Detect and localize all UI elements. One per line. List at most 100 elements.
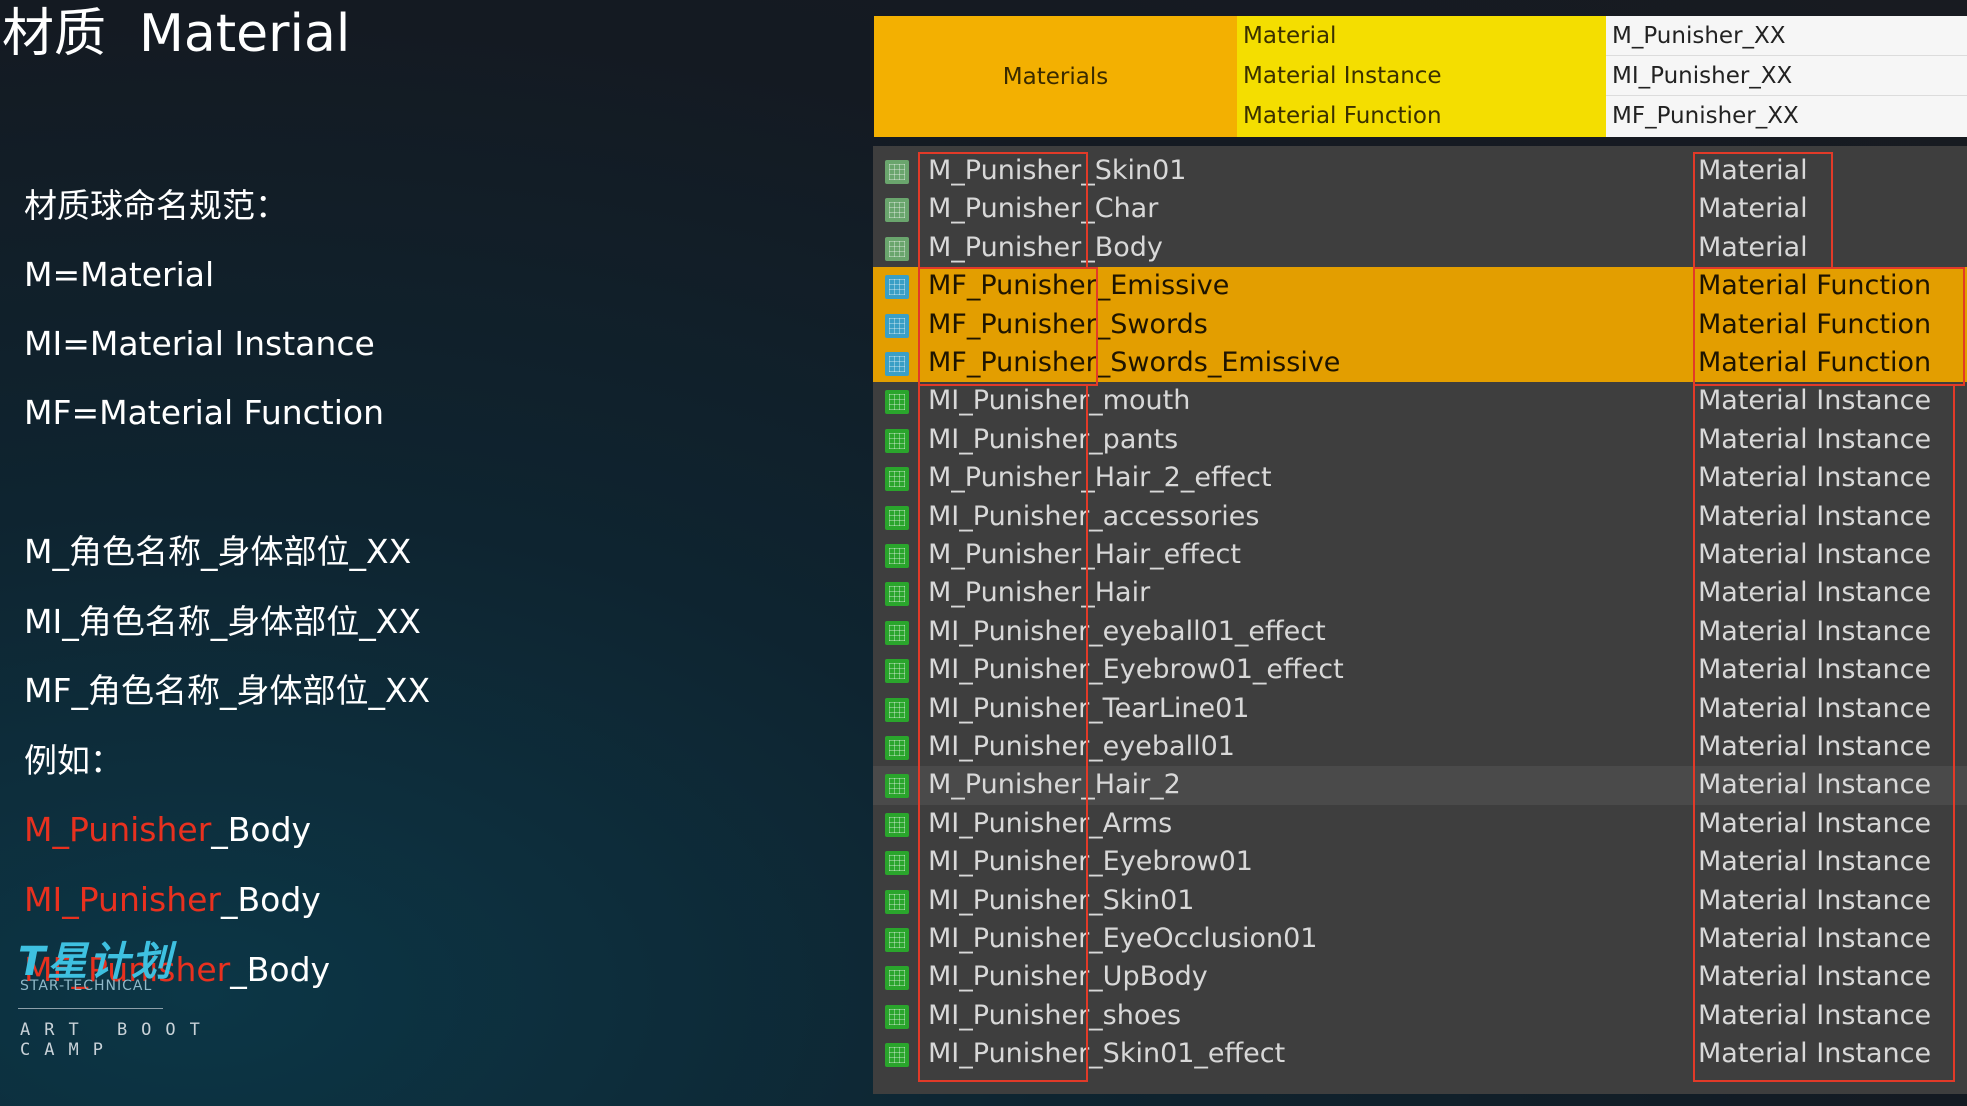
material-instance-icon (885, 505, 909, 530)
material-icon (885, 198, 909, 223)
asset-name: MI_Punisher_EyeOcclusion01 (928, 923, 1318, 954)
material-instance-icon (885, 736, 909, 760)
logo-subtitle: STAR-TECHNICAL (20, 978, 153, 994)
list-item[interactable]: MI_Punisher_UpBody Material Instance (873, 958, 1967, 996)
list-item[interactable]: M_Punisher_Hair_2_effect Material Instanc… (873, 459, 1967, 497)
list-item[interactable]: M_Punisher_Skin01 Material (873, 152, 1967, 190)
example-prefix: M_Punisher (24, 810, 212, 849)
legend-category: Materials (874, 16, 1237, 137)
asset-name: MI_Punisher_UpBody (928, 961, 1208, 993)
pattern-m: M_角色名称_身体部位_XX (24, 532, 412, 571)
material-instance-icon (885, 1043, 909, 1068)
slide-title: 材质 Material (2, 4, 351, 64)
list-item[interactable]: MI_Punisher_shoes Material Instance (873, 997, 1967, 1035)
list-item[interactable]: M_Punisher_Hair Material Instance (873, 574, 1967, 612)
asset-name: MI_Punisher_accessories (928, 500, 1260, 532)
material-instance-icon (885, 544, 909, 568)
material-instance-icon (885, 659, 909, 684)
asset-name: M_Punisher_Hair (928, 577, 1151, 609)
asset-name: MI_Punisher_shoes (928, 999, 1182, 1031)
example-mi: MI_Punisher_Body (24, 880, 321, 920)
pattern-mf: MF_角色名称_身体部位_XX (24, 671, 431, 710)
asset-name: M_Punisher_Hair_effect (928, 539, 1241, 570)
asset-name: MI_Punisher_eyeball01 (928, 731, 1235, 762)
list-item[interactable]: MI_Punisher_Eyebrow01 Material Instance (873, 843, 1967, 881)
rule-mi: MI=Material Instance (24, 324, 375, 363)
list-item[interactable]: MF_Punisher_Swords Material Function (873, 305, 1967, 344)
asset-type: Material (1698, 193, 1808, 225)
list-item[interactable]: MI_Punisher_EyeOcclusion01 Material Insta… (873, 920, 1967, 958)
material-function-icon (885, 352, 909, 376)
rule-mf: MF=Material Function (24, 393, 385, 432)
asset-name: M_Punisher_Hair_2_effect (928, 462, 1272, 494)
example-prefix: MI_Punisher (24, 880, 222, 919)
material-instance-icon (885, 966, 909, 991)
material-instance-icon (885, 851, 909, 876)
material-instance-icon (885, 774, 909, 799)
asset-type: Material Instance (1698, 999, 1932, 1031)
list-item[interactable]: M_Punisher_Char Material (873, 190, 1967, 228)
asset-name: M_Punisher_Hair_2 (928, 769, 1181, 801)
asset-name: MF_Punisher_Swords_Emissive (928, 347, 1341, 378)
asset-type: Material Instance (1698, 807, 1932, 839)
asset-name: M_Punisher_Body (928, 231, 1163, 263)
list-item[interactable]: M_Punisher_Body Material (873, 229, 1967, 267)
asset-type: Material Instance (1698, 692, 1932, 724)
asset-name: MI_Punisher_mouth (928, 385, 1191, 417)
asset-type: Material Instance (1698, 462, 1932, 494)
asset-name: M_Punisher_Skin01 (928, 155, 1187, 186)
naming-legend-table: Materials Material M_Punisher_XX Materia… (874, 16, 1967, 137)
list-item[interactable]: MF_Punisher_Swords_Emissive Material Func… (873, 344, 1967, 383)
asset-type: Material Instance (1698, 539, 1932, 570)
asset-name: MI_Punisher_Arms (928, 807, 1173, 839)
asset-name: M_Punisher_Char (928, 193, 1159, 225)
list-item[interactable]: M_Punisher_Hair_effect Material Instance (873, 536, 1967, 574)
examples-heading: 例如： (24, 741, 123, 780)
asset-name: MI_Punisher_eyeball01_effect (928, 615, 1326, 647)
rule-m: M=Material (24, 255, 215, 294)
asset-type: Material Instance (1698, 423, 1932, 455)
list-item[interactable]: MI_Punisher_eyeball01_effect Material Ins… (873, 613, 1967, 651)
rules-heading: 材质球命名规范： (24, 186, 288, 225)
list-item[interactable]: MI_Punisher_eyeball01 Material Instance (873, 728, 1967, 766)
asset-name: MF_Punisher_Emissive (928, 270, 1230, 302)
list-item[interactable]: MI_Punisher_pants Material Instance (873, 421, 1967, 459)
asset-name: MI_Punisher_Skin01 (928, 884, 1195, 916)
material-instance-icon (885, 1004, 909, 1029)
material-instance-icon (885, 889, 909, 914)
material-icon (885, 236, 909, 261)
asset-type: Material Instance (1698, 385, 1932, 417)
list-item[interactable]: MI_Punisher_Arms Material Instance (873, 805, 1967, 843)
asset-type: Material Instance (1698, 923, 1932, 954)
example-m: M_Punisher_Body (24, 810, 311, 850)
asset-type: Material Instance (1698, 577, 1932, 609)
list-item[interactable]: MI_Punisher_Skin01_effect Material Instan… (873, 1035, 1967, 1073)
list-item[interactable]: MI_Punisher_Skin01 Material Instance (873, 882, 1967, 920)
list-item[interactable]: M_Punisher_Hair_2 Material Instance (873, 766, 1967, 805)
asset-type: Material Instance (1698, 769, 1932, 801)
material-instance-icon (885, 428, 909, 453)
list-item[interactable]: MI_Punisher_TearLine01 Material Instance (873, 690, 1967, 728)
asset-type: Material (1698, 155, 1808, 186)
legend-prefix: MI_Punisher_XX (1606, 56, 1967, 96)
list-item[interactable]: MF_Punisher_Emissive Material Function (873, 267, 1967, 306)
list-item[interactable]: MI_Punisher_mouth Material Instance (873, 382, 1967, 420)
asset-list: M_Punisher_Skin01 Material M_Punisher_Char… (873, 146, 1967, 1094)
asset-type: Material Function (1698, 308, 1932, 340)
pattern-mi: MI_角色名称_身体部位_XX (24, 602, 421, 641)
legend-type: Material (1237, 16, 1606, 56)
material-instance-icon (885, 697, 909, 722)
legend-prefix: M_Punisher_XX (1606, 16, 1967, 56)
legend-prefix: MF_Punisher_XX (1606, 96, 1967, 137)
asset-type: Material Instance (1698, 731, 1932, 762)
asset-type: Material Function (1698, 270, 1932, 302)
logo: T星计划 STAR-TECHNICAL ART BOOT CAMP (18, 938, 258, 1060)
list-item[interactable]: MI_Punisher_accessories Material Instance (873, 498, 1967, 536)
asset-type: Material Instance (1698, 500, 1932, 532)
asset-type: Material Function (1698, 347, 1932, 378)
material-instance-icon (885, 928, 909, 952)
material-function-icon (885, 275, 909, 300)
logo-tagline: ART BOOT CAMP (20, 1020, 214, 1060)
list-item[interactable]: MI_Punisher_Eyebrow01_effect Material Ins… (873, 651, 1967, 689)
asset-type: Material Instance (1698, 884, 1932, 916)
